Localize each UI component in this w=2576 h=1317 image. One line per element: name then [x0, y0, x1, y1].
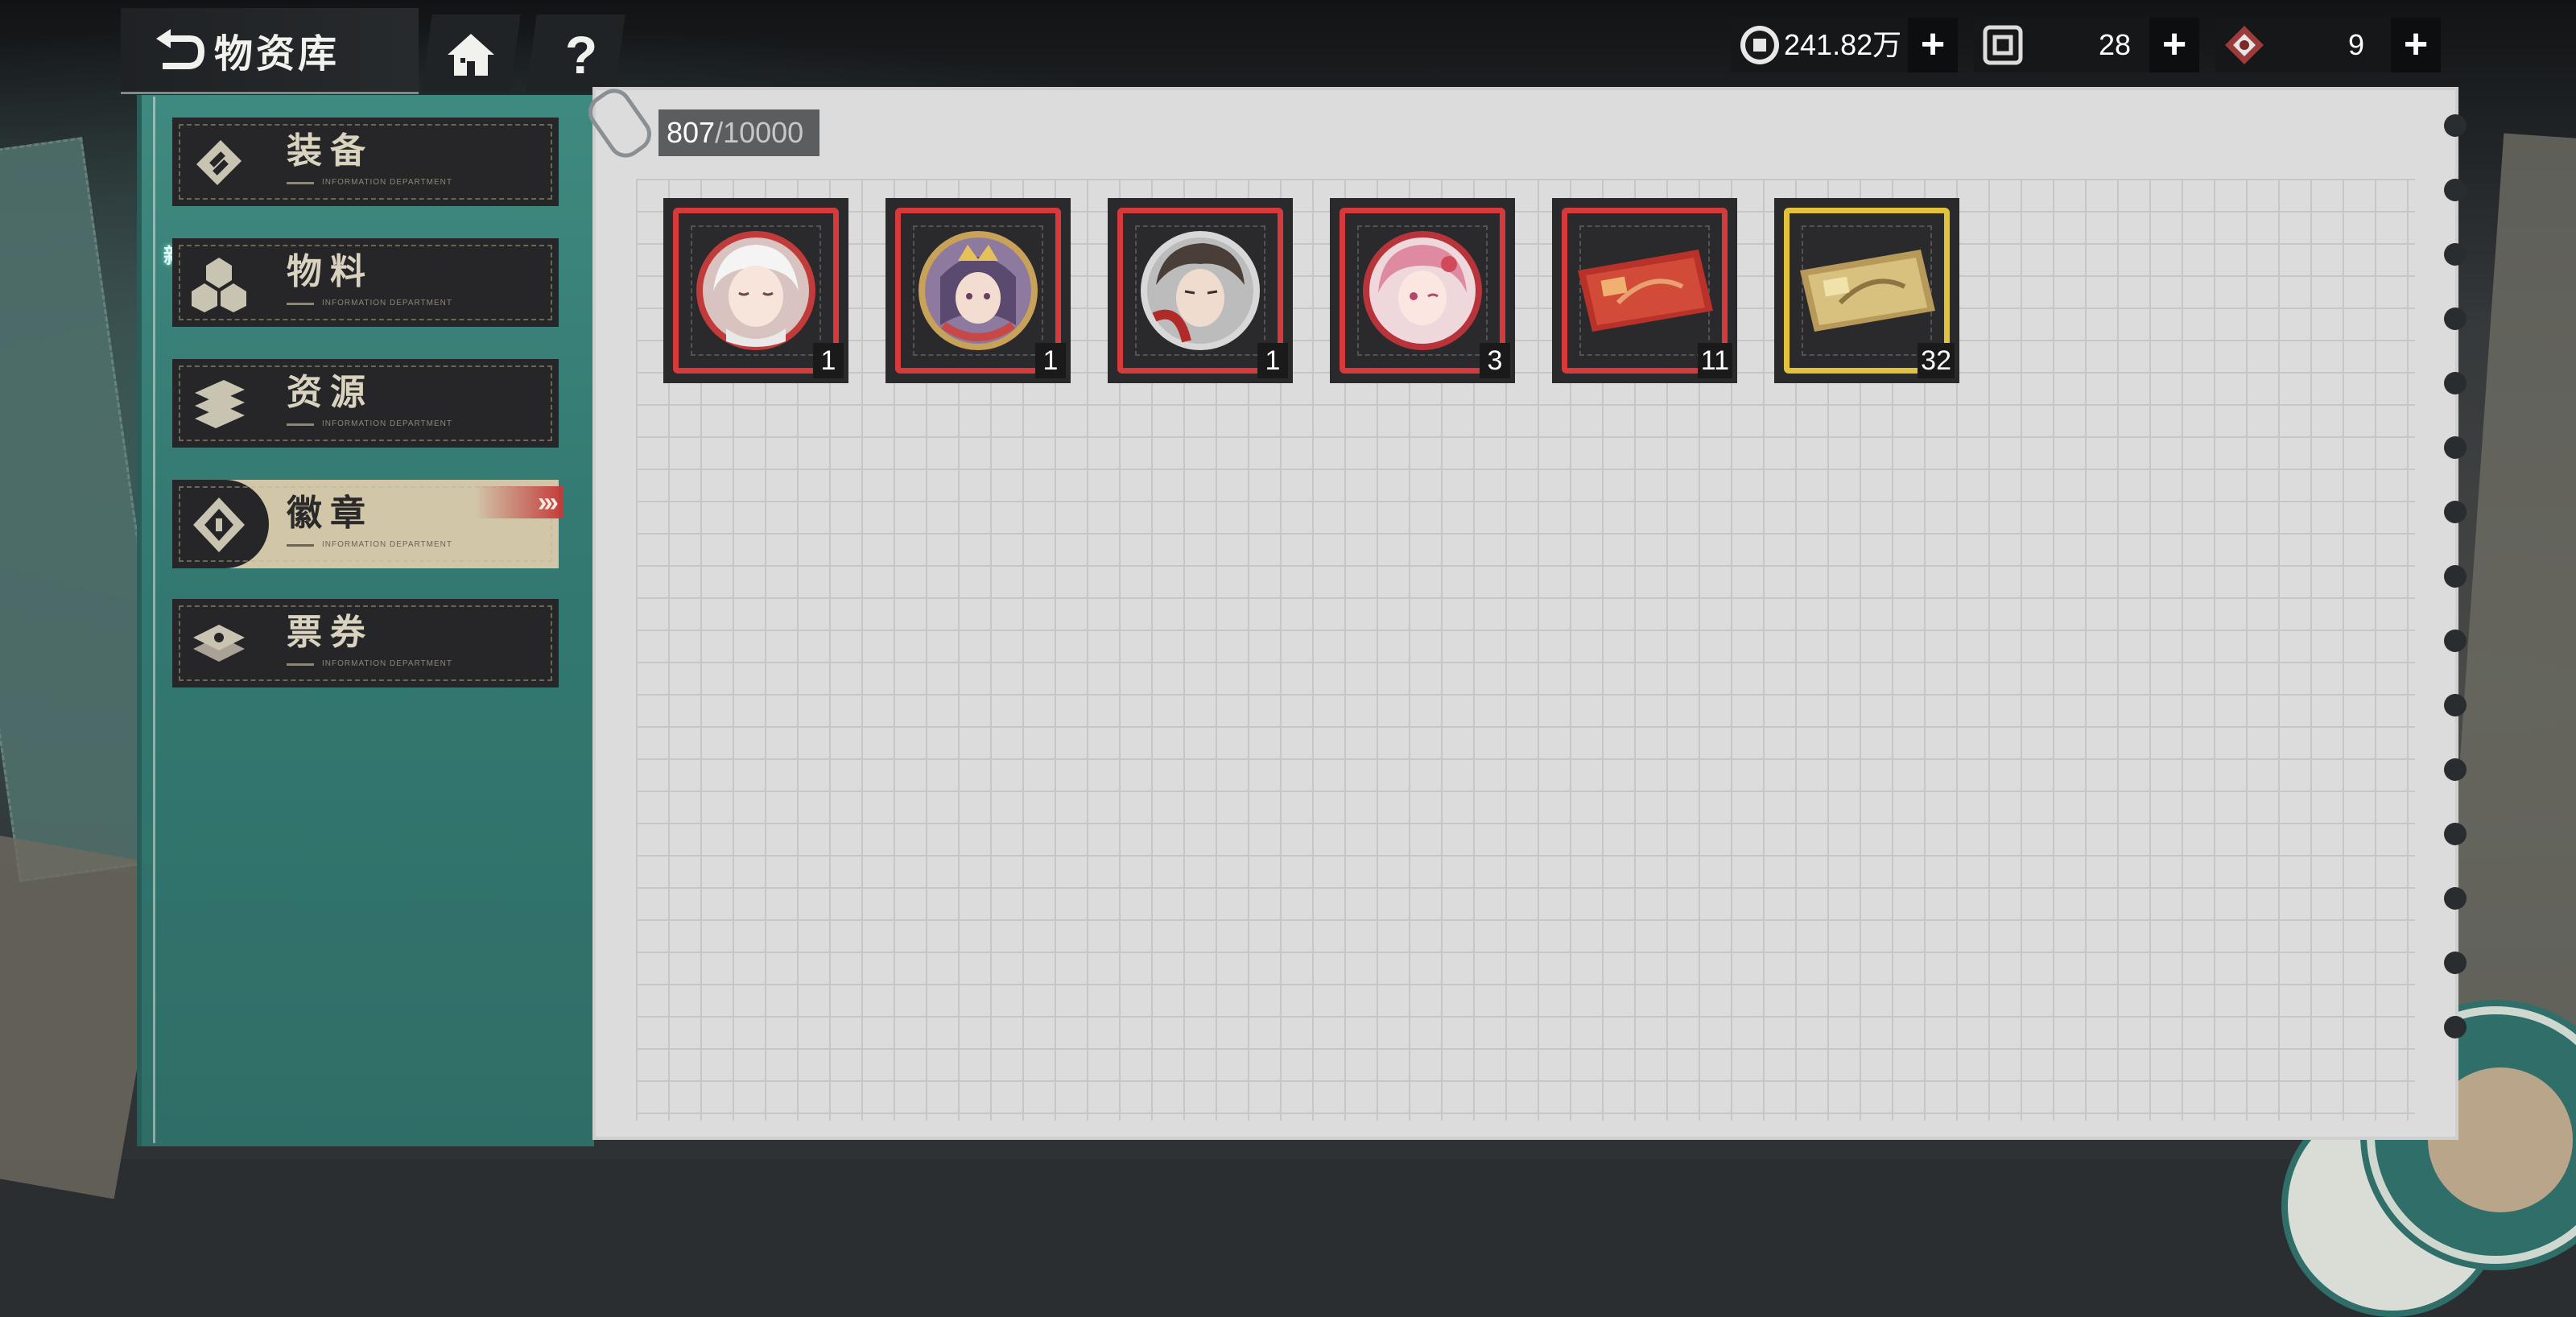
inventory-count: 807/10000: [658, 109, 819, 156]
materials-icon: [192, 258, 246, 312]
sidebar-binding-line: [153, 97, 155, 1143]
item-quantity: 11: [1697, 343, 1732, 378]
inventory-count-max: /10000: [715, 116, 804, 149]
label-underline: [287, 544, 314, 547]
sidebar-item-sublabel: INFORMATION DEPARTMENT: [322, 178, 452, 187]
inventory-item-ticket-gold[interactable]: 32: [1774, 198, 1959, 383]
crowned-character-badge: [919, 231, 1038, 350]
sidebar-item-badges[interactable]: 徽章 INFORMATION DEPARTMENT ›››: [172, 480, 564, 568]
inventory-item-badge-1[interactable]: 1: [663, 198, 848, 383]
punch-hole: [2444, 243, 2467, 266]
punch-hole: [2444, 630, 2467, 652]
item-quantity: 3: [1480, 343, 1510, 378]
inventory-item-badge-4[interactable]: 3: [1330, 198, 1515, 383]
inventory-panel: [596, 90, 2467, 1137]
gold-ticket-icon: [1800, 250, 1935, 332]
sidebar-item-label: 物料: [287, 251, 374, 292]
punch-hole: [2444, 308, 2467, 330]
sidebar-item-label: 徽章: [287, 493, 374, 534]
sidebar-item-resources[interactable]: 资源 INFORMATION DEPARTMENT: [172, 359, 559, 448]
currency-token: 28 +: [1974, 18, 2199, 72]
sidebar-item-sublabel: INFORMATION DEPARTMENT: [322, 540, 452, 549]
token-value: 28: [2098, 28, 2132, 61]
inventory-count-current: 807: [667, 116, 716, 149]
crystal-value: 9: [2347, 28, 2365, 61]
punch-hole: [2444, 694, 2467, 716]
top-bar: 物资库 ? 241.82万 + 28 + 9 +: [0, 0, 2576, 94]
punch-hole: [2444, 565, 2467, 588]
back-button[interactable]: [153, 27, 204, 77]
crystal-icon: [2225, 26, 2264, 64]
home-icon: [448, 34, 494, 76]
currency-crystal: 9 +: [2215, 18, 2441, 72]
label-underline: [287, 663, 314, 666]
pink-haired-character-badge: [1363, 231, 1482, 350]
coin-value: 241.82万: [1784, 28, 1902, 61]
resources-icon: [195, 380, 245, 428]
label-underline: [287, 303, 314, 305]
coin-add-button[interactable]: +: [1908, 18, 1958, 72]
sidebar-item-sublabel: INFORMATION DEPARTMENT: [322, 419, 452, 428]
sidebar-item-tickets[interactable]: 票券 INFORMATION DEPARTMENT: [172, 599, 559, 687]
coin-icon: [1740, 26, 1779, 64]
sidebar-item-label: 票券: [287, 612, 374, 653]
token-icon: [1983, 25, 2023, 65]
active-indicator-arrows: ›››: [475, 486, 564, 518]
sidebar-item-sublabel: INFORMATION DEPARTMENT: [322, 659, 452, 668]
token-add-button[interactable]: +: [2149, 18, 2199, 72]
item-quantity: 32: [1918, 343, 1955, 378]
punch-hole: [2444, 758, 2467, 781]
inventory-item-badge-2[interactable]: 1: [886, 198, 1071, 383]
label-underline: [287, 423, 314, 426]
equipment-icon: [196, 140, 242, 185]
punch-hole: [2444, 436, 2467, 459]
item-quantity: 1: [1035, 343, 1066, 378]
badge-icon: [193, 497, 245, 552]
sidebar-item-label: 资源: [287, 372, 374, 413]
inventory-item-ticket-red[interactable]: 11: [1552, 198, 1737, 383]
red-ticket-icon: [1578, 250, 1713, 332]
dark-haired-character-badge: [1141, 231, 1260, 350]
punch-hole: [2444, 823, 2467, 845]
punch-hole: [2444, 501, 2467, 523]
inventory-item-badge-3[interactable]: 1: [1108, 198, 1293, 383]
sidebar-item-sublabel: INFORMATION DEPARTMENT: [322, 299, 452, 308]
white-haired-character-badge: [696, 231, 815, 350]
punch-hole: [2444, 1016, 2467, 1038]
label-underline: [287, 182, 314, 184]
item-quantity: 1: [1257, 343, 1288, 378]
return-arrow-icon: [156, 29, 204, 69]
punch-hole: [2444, 114, 2467, 137]
home-button[interactable]: [444, 29, 497, 82]
ticket-icon: [193, 625, 245, 662]
page-title: 物资库: [214, 31, 341, 76]
punch-hole: [2444, 179, 2467, 201]
sidebar-item-label: 装备: [287, 130, 374, 171]
currency-coin: 241.82万 +: [1731, 18, 1958, 72]
sidebar-item-materials[interactable]: 物料 INFORMATION DEPARTMENT: [172, 238, 559, 327]
sidebar-item-equipment[interactable]: 装备 INFORMATION DEPARTMENT: [172, 118, 559, 206]
punch-hole: [2444, 887, 2467, 910]
crystal-add-button[interactable]: +: [2391, 18, 2441, 72]
punch-hole: [2444, 952, 2467, 974]
help-button[interactable]: ?: [557, 24, 605, 85]
punch-hole: [2444, 372, 2467, 394]
item-quantity: 1: [813, 343, 844, 378]
